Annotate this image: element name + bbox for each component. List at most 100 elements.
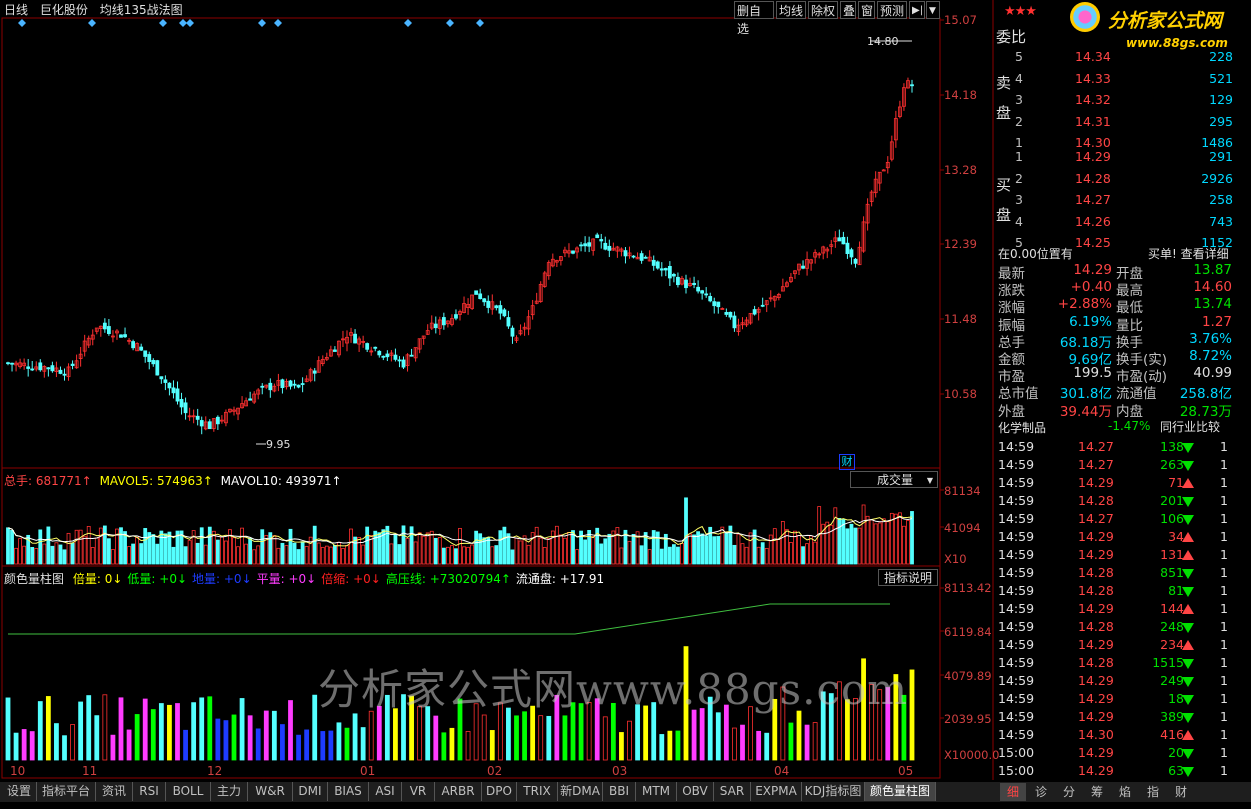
panel-tab[interactable]: 焰 [1112,783,1138,801]
x-axis-label: 12 [207,764,223,778]
indicator-bar [86,695,92,761]
panel-tab[interactable]: 细 [1000,783,1026,801]
tick-volume: 138 [1160,439,1184,454]
volume-bar [14,547,18,565]
indicator-tab[interactable]: 设置 [2,782,37,801]
indicator-tab[interactable]: BOLL [166,782,211,801]
volume-bar [199,527,204,565]
industry-name[interactable]: 化学制品 [998,419,1046,436]
order-book-row[interactable]: 1 14.29 291 [1013,147,1233,166]
candle-body [179,398,184,408]
ma-button[interactable]: 均线 [776,1,806,19]
tick-price: 14.28 [1078,619,1114,634]
indicator-tab[interactable]: DPO [482,782,517,801]
finance-marker[interactable]: 财 [839,454,855,470]
indicator-tab[interactable]: 资讯 [96,782,133,801]
volume-bar [704,535,709,565]
candle-body [704,293,709,296]
order-book-row[interactable]: 2 14.31 295 [1013,112,1233,131]
volume-bar [813,541,818,565]
order-book-row[interactable]: 5 14.34 228 [1013,47,1233,66]
industry-compare-button[interactable]: 同行业比较 [1160,418,1220,435]
indicator-bar [45,696,51,761]
exit-icon[interactable]: ▶| [909,1,925,19]
order-book-row[interactable]: 3 14.32 129 [1013,90,1233,109]
remove-favorite-button[interactable]: 删自选 [734,1,774,36]
price-axis-label: 14.18 [944,88,977,102]
volume-bar [106,538,111,565]
indicator-tab[interactable]: OBV [677,782,714,801]
candle-body [910,84,914,87]
order-book-row[interactable]: 4 14.33 521 [1013,69,1233,88]
volume-bar [563,537,567,565]
volume-bar [98,527,103,565]
indicator-tab[interactable]: 主力 [211,782,248,801]
indicator-help-button[interactable]: 指标说明 [878,569,938,586]
candle-body [639,253,644,261]
volume-bar [881,518,886,565]
menu-dropdown-icon[interactable]: ▼ [926,1,940,19]
overlay-button[interactable]: 叠 [840,1,856,19]
candle-body [655,261,660,269]
panel-tab[interactable]: 分 [1056,783,1082,801]
volume-bar [316,542,321,565]
volume-bar [514,537,519,565]
volume-bar [784,529,789,565]
candle-body [498,305,503,314]
indicator-bar [441,732,447,761]
indicator-tab[interactable]: 指标平台 [37,782,96,801]
volume-indicator-dropdown[interactable]: 成交量 ▼ [850,471,938,488]
indicator-tab[interactable]: MTM [636,782,677,801]
panel-tab[interactable]: 财 [1168,783,1194,801]
indicator-tab[interactable]: RSI [133,782,166,801]
volume-bar [18,538,23,565]
volume-bar [373,530,378,565]
indicator-tab[interactable]: SAR [714,782,751,801]
tick-row: 14:59 14.29 249 1 [996,672,1232,690]
stock-name: 巨化股份 [39,3,88,17]
tick-time: 14:59 [998,709,1035,724]
total-volume-label: 总手: 681771↑ [4,474,92,488]
tick-row: 14:59 14.28 81 1 [996,582,1232,600]
indicator-tab[interactable]: 新DMA [558,782,603,801]
volume-bar [897,512,902,565]
indicator-tab[interactable]: BIAS [328,782,369,801]
order-book-row[interactable]: 4 14.26 743 [1013,212,1233,231]
volume-bar [583,539,588,565]
volume-bar [276,547,281,565]
indicator-tab[interactable]: W&R [248,782,293,801]
indicator-tab[interactable]: ARBR [435,782,482,801]
indicator-tab[interactable]: 颜色量柱图 [865,782,936,801]
order-book-row[interactable]: 2 14.28 2926 [1013,169,1233,188]
indicator-tab[interactable]: BBI [603,782,636,801]
signal-diamond-icon [476,19,484,27]
window-button[interactable]: 窗 [858,1,875,19]
order-book-lv: 2 [1015,170,1023,186]
indicator-tab[interactable]: KDJ指标图 [802,782,865,801]
panel-tab[interactable]: 指 [1140,783,1166,801]
indicator-tab[interactable]: DMI [293,782,328,801]
sell-label-2: 盘 [996,104,1012,122]
panel-tab[interactable]: 筹 [1084,783,1110,801]
period-label[interactable]: 日线 [4,3,28,17]
ex-rights-button[interactable]: 除权 [808,1,838,19]
candle-body [506,317,511,327]
tick-row: 14:59 14.27 138 1 [996,438,1232,456]
indicator-tab[interactable]: ASI [369,782,402,801]
indicator-tab[interactable]: EXPMA [751,782,802,801]
x-axis-label: 02 [487,764,503,778]
indicator-tab[interactable]: VR [402,782,435,801]
indicator-tab[interactable]: TRIX [517,782,558,801]
volume-bar [865,515,870,565]
volume-bar [219,536,224,565]
panel-tab[interactable]: 诊 [1028,783,1054,801]
indicator-bar [223,720,229,761]
indicator-bar [126,729,132,761]
order-book-lv: 4 [1015,70,1023,86]
forecast-button[interactable]: 预测 [877,1,907,19]
order-book-row[interactable]: 3 14.27 258 [1013,190,1233,209]
buy-detail-link[interactable]: 买单! 查看详细 [1148,245,1229,262]
tick-extra: 1 [1220,439,1228,454]
indicator-bar [336,722,342,761]
indicator-axis-label: 6119.84 [944,625,992,639]
